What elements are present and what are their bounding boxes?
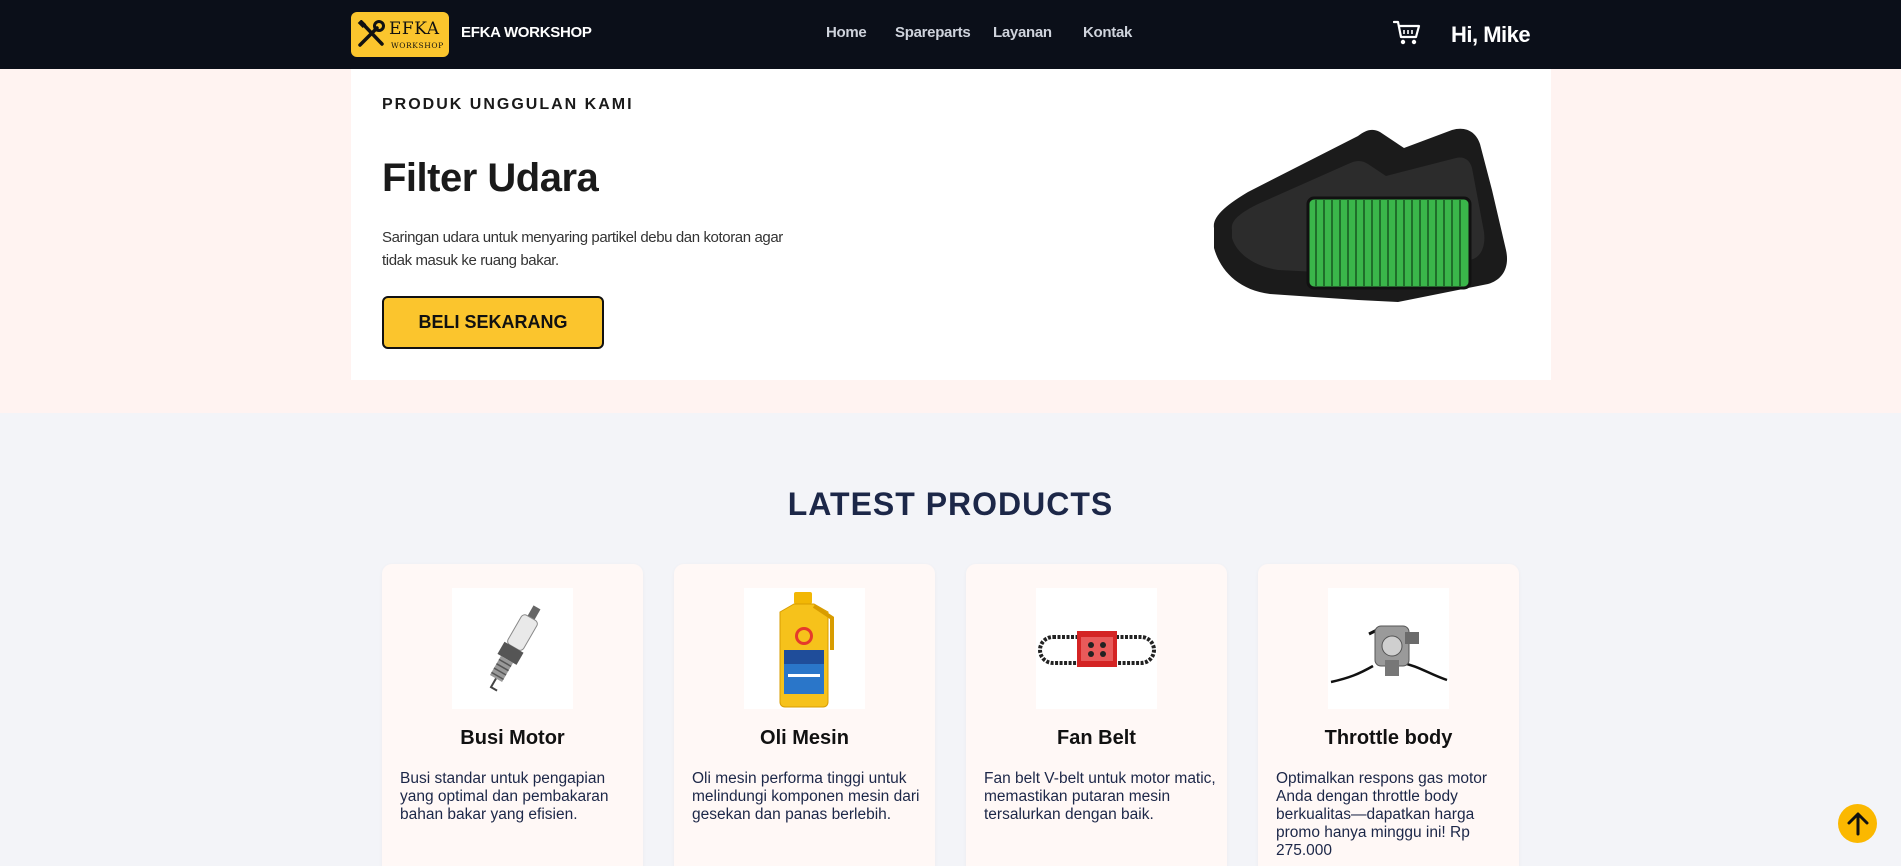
product-description: Optimalkan respons gas motor Anda dengan… — [1276, 770, 1488, 859]
fan-belt-image — [1037, 630, 1156, 667]
nav-home[interactable]: Home — [826, 24, 867, 41]
product-card[interactable]: Fan Belt Fan belt V-belt untuk motor mat… — [966, 564, 1227, 866]
oil-bottle-image — [779, 591, 834, 707]
nav-spareparts[interactable]: Spareparts — [895, 24, 971, 41]
hero-eyebrow: PRODUK UNGGULAN KAMI — [382, 96, 634, 113]
product-description: Oli mesin performa tinggi untuk melindun… — [692, 770, 920, 823]
navbar: EFKA WORKSHOP EFKA WORKSHOP Home Sparepa… — [0, 0, 1901, 69]
product-card[interactable]: Busi Motor Busi standar untuk pengapian … — [382, 564, 643, 866]
spark-plug-image — [489, 604, 540, 691]
product-image — [452, 588, 573, 709]
arrow-up-icon — [1847, 812, 1868, 835]
nav-layanan[interactable]: Layanan — [993, 24, 1052, 41]
user-greeting[interactable]: Hi, Mike — [1451, 22, 1531, 48]
brand-name[interactable]: EFKA WORKSHOP — [461, 24, 592, 41]
product-card[interactable]: Throttle body Optimalkan respons gas mot… — [1258, 564, 1519, 866]
product-description: Fan belt V-belt untuk motor matic, memas… — [984, 770, 1216, 823]
throttle-body-image — [1330, 625, 1447, 683]
product-image — [1328, 588, 1449, 709]
nav-kontak[interactable]: Kontak — [1083, 24, 1132, 41]
buy-now-button[interactable]: BELI SEKARANG — [382, 296, 604, 349]
product-image — [1036, 588, 1157, 709]
hero-description: Saringan udara untuk menyaring partikel … — [382, 229, 783, 269]
product-name: Fan Belt — [1057, 727, 1136, 749]
product-card[interactable]: Oli Mesin Oli mesin performa tinggi untu… — [674, 564, 935, 866]
logo[interactable]: EFKA WORKSHOP — [351, 12, 449, 57]
product-name: Throttle body — [1324, 727, 1453, 749]
product-description: Busi standar untuk pengapian yang optima… — [400, 770, 609, 823]
cart-icon[interactable] — [1393, 20, 1421, 46]
tools-icon — [357, 20, 385, 47]
air-filter-image — [1213, 128, 1508, 302]
product-name: Busi Motor — [460, 727, 565, 749]
latest-products-title: LATEST PRODUCTS — [787, 486, 1114, 522]
logo-subtext: WORKSHOP — [391, 41, 444, 50]
scroll-to-top-button[interactable] — [1838, 804, 1877, 843]
logo-text: EFKA — [389, 19, 440, 39]
product-name: Oli Mesin — [760, 727, 849, 749]
hero-title: Filter Udara — [382, 156, 599, 200]
product-image — [744, 588, 865, 709]
